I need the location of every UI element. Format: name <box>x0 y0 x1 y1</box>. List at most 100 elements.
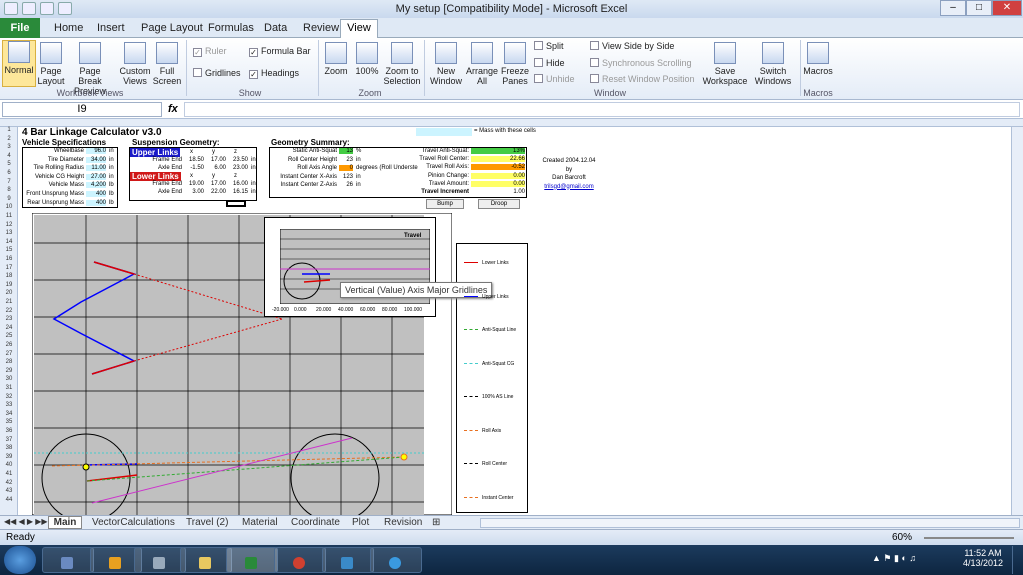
minimize-icon[interactable]: – <box>940 0 966 16</box>
tab-review[interactable]: Review <box>303 22 339 34</box>
freeze-panes-button[interactable]: Freeze Panes <box>500 42 530 86</box>
veh-value[interactable]: 400 <box>86 191 106 197</box>
tab-page-layout[interactable]: Page Layout <box>141 22 203 34</box>
tab-data[interactable]: Data <box>264 22 287 34</box>
row-number[interactable]: 8 <box>0 187 18 193</box>
row-number[interactable]: 17 <box>0 265 18 271</box>
row-number[interactable]: 34 <box>0 411 18 417</box>
zoom-button[interactable]: Zoom <box>322 42 350 76</box>
switch-windows-button[interactable]: Switch Windows <box>750 42 796 86</box>
zoom-level[interactable]: 60% <box>892 532 912 543</box>
travel-value[interactable]: 0.00 <box>471 180 525 187</box>
veh-value[interactable]: 11.00 <box>86 165 106 172</box>
row-number[interactable]: 7 <box>0 179 18 185</box>
row-number[interactable]: 1 <box>0 127 18 133</box>
row-number[interactable]: 14 <box>0 239 18 245</box>
sheet-tab-main[interactable]: Main <box>48 516 82 529</box>
row-number[interactable]: 20 <box>0 290 18 296</box>
save-workspace-button[interactable]: Save Workspace <box>700 42 750 86</box>
vertical-scrollbar[interactable] <box>1011 127 1023 515</box>
selected-cell[interactable] <box>226 200 246 207</box>
row-number[interactable]: 44 <box>0 497 18 503</box>
row-number[interactable]: 31 <box>0 385 18 391</box>
geo-value[interactable]: 0 <box>339 165 353 172</box>
row-number[interactable]: 25 <box>0 333 18 339</box>
travel-value[interactable]: 13% <box>471 148 525 154</box>
veh-value[interactable]: 27.00 <box>86 173 106 180</box>
row-number[interactable]: 5 <box>0 161 18 167</box>
taskbar-app-1[interactable] <box>42 547 94 573</box>
row-number[interactable]: 3 <box>0 144 18 150</box>
susp-value[interactable]: 23.00 <box>228 165 248 171</box>
susp-value[interactable]: 22.00 <box>206 189 226 195</box>
veh-value[interactable]: 400 <box>86 199 106 206</box>
row-number[interactable]: 41 <box>0 471 18 477</box>
tab-nav-arrows-icon[interactable]: ◀◀ ◀ ▶ ▶▶ <box>4 517 48 526</box>
row-number[interactable]: 26 <box>0 342 18 348</box>
row-number[interactable]: 13 <box>0 230 18 236</box>
taskbar-excel[interactable] <box>226 547 278 573</box>
row-number[interactable]: 29 <box>0 368 18 374</box>
row-number[interactable]: 27 <box>0 351 18 357</box>
droop-button[interactable]: Droop <box>478 199 520 209</box>
close-icon[interactable]: ✕ <box>992 0 1022 16</box>
susp-value[interactable]: 16.00 <box>228 181 248 187</box>
zoom-slider[interactable] <box>924 537 1014 539</box>
geo-value[interactable]: 26 <box>339 182 353 189</box>
row-number[interactable]: 43 <box>0 488 18 494</box>
row-number[interactable]: 37 <box>0 437 18 443</box>
reset-window-button[interactable]: Reset Window Position <box>590 74 695 84</box>
split-button[interactable]: Split <box>534 41 564 51</box>
show-desktop-button[interactable] <box>1012 546 1022 574</box>
row-number[interactable]: 19 <box>0 282 18 288</box>
start-button-icon[interactable] <box>4 546 36 574</box>
taskbar-explorer[interactable] <box>180 547 232 573</box>
sheet-tab-travel[interactable]: Travel (2) <box>186 517 228 528</box>
row-number[interactable]: 28 <box>0 359 18 365</box>
worksheet[interactable]: 4 Bar Linkage Calculator v3.0 = Mass wit… <box>18 127 1011 515</box>
insert-sheet-icon[interactable]: ⊞ <box>432 517 440 528</box>
formula-input[interactable] <box>184 102 1020 117</box>
veh-value[interactable]: 34.00 <box>86 156 106 163</box>
row-number[interactable]: 15 <box>0 247 18 253</box>
row-number[interactable]: 4 <box>0 153 18 159</box>
travel-value[interactable]: 0.00 <box>471 172 525 179</box>
susp-value[interactable]: 16.15 <box>228 189 248 195</box>
side-by-side-button[interactable]: View Side by Side <box>590 41 674 51</box>
page-layout-button[interactable]: Page Layout <box>36 42 66 86</box>
row-number[interactable]: 11 <box>0 213 18 219</box>
taskbar-app-2[interactable] <box>322 547 374 573</box>
new-window-button[interactable]: New Window <box>428 42 464 86</box>
susp-value[interactable]: -1.50 <box>184 165 204 171</box>
bump-button[interactable]: Bump <box>426 199 464 209</box>
travel-value[interactable]: 1.00 <box>471 189 525 195</box>
zoom-selection-button[interactable]: Zoom to Selection <box>382 42 422 86</box>
maximize-icon[interactable]: □ <box>966 0 992 16</box>
travel-value[interactable]: 22.66 <box>471 156 525 163</box>
tab-view[interactable]: View <box>340 19 378 38</box>
tab-formulas[interactable]: Formulas <box>208 22 254 34</box>
geo-value[interactable]: 23 <box>339 156 353 163</box>
row-number[interactable]: 12 <box>0 222 18 228</box>
row-headers[interactable]: 1 2 3 4 5 6 7 8 9 10 11 12 13 14 15 16 17 18 19 20 21 22 23 24 2… <box>0 127 18 515</box>
geo-value[interactable]: 13 <box>339 148 353 154</box>
zoom-100-button[interactable]: 100% <box>353 42 381 76</box>
susp-value[interactable]: 17.00 <box>206 181 226 187</box>
normal-view-button[interactable]: Normal <box>2 40 36 87</box>
row-number[interactable]: 23 <box>0 316 18 322</box>
row-number[interactable]: 18 <box>0 273 18 279</box>
susp-value[interactable]: 19.00 <box>184 181 204 187</box>
row-number[interactable]: 38 <box>0 445 18 451</box>
tab-insert[interactable]: Insert <box>97 22 125 34</box>
susp-value[interactable]: 17.00 <box>206 157 226 163</box>
row-number[interactable]: 42 <box>0 480 18 486</box>
email-link[interactable]: trilsgd@gmail.com <box>534 184 604 190</box>
full-screen-button[interactable]: Full Screen <box>152 42 182 86</box>
clock[interactable]: 11:52 AM 4/13/2012 <box>958 548 1008 568</box>
taskbar-chrome[interactable] <box>274 547 326 573</box>
row-number[interactable]: 21 <box>0 299 18 305</box>
susp-value[interactable]: 6.00 <box>206 165 226 171</box>
veh-value[interactable]: 96.0 <box>86 148 106 154</box>
ruler-checkbox[interactable]: ✓ Ruler <box>193 46 227 57</box>
gridlines-checkbox[interactable]: Gridlines <box>193 68 241 78</box>
